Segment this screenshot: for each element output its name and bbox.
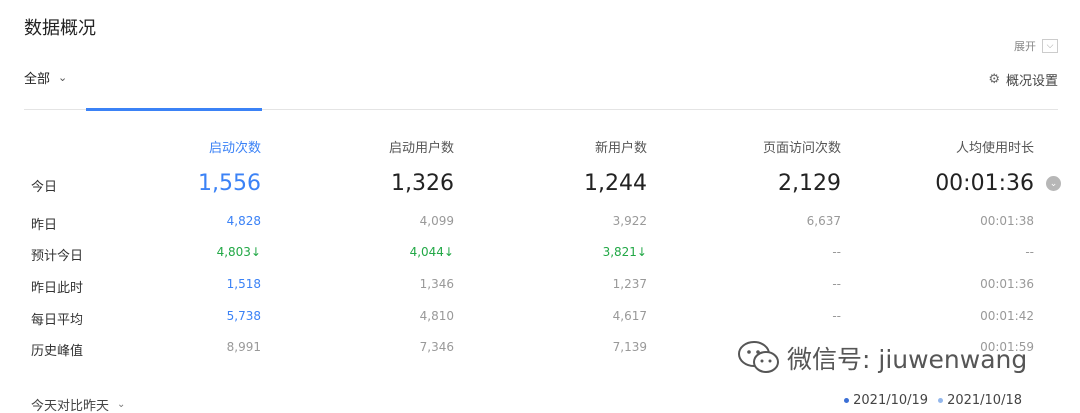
table-cell: 7,139 [612, 340, 647, 354]
table-cell: 8,991 [226, 340, 261, 354]
table-cell: 4,828 [226, 214, 261, 228]
tab-column-header[interactable]: 启动次数 [209, 137, 261, 156]
table-cell: -- [832, 277, 841, 291]
table-cell: 7,346 [419, 340, 454, 354]
watermark: 微信号: jiuwenwang [737, 340, 1027, 376]
legend-dot [938, 398, 944, 403]
wechat-icon [738, 341, 779, 373]
legend-label: 2021/10/18 [947, 393, 1022, 408]
legend-item-yesterday: 2021/10/18 [938, 393, 1022, 408]
legend: 2021/10/19 2021/10/18 [844, 393, 1022, 408]
table-cell: 1,326 [391, 171, 454, 196]
tab-column-header[interactable]: 新用户数 [595, 137, 647, 156]
table-cell: 2,129 [778, 171, 841, 196]
row-label: 每日平均 [31, 313, 84, 328]
table-cell: 3,821↓ [602, 245, 647, 259]
legend-item-today: 2021/10/19 [844, 393, 928, 408]
row-label: 昨日 [31, 218, 58, 233]
table-cell: 1,556 [198, 171, 261, 196]
table-cell: 4,099 [419, 214, 454, 228]
info-icon[interactable]: ⌄ [1046, 176, 1061, 191]
table-cell: 4,617 [612, 309, 647, 323]
table-cell: -- [832, 245, 841, 259]
compare-dropdown[interactable]: 今天对比昨天 ⌄ [31, 395, 125, 413]
row-label: 预计今日 [31, 249, 84, 264]
tab-column-header[interactable]: 页面访问次数 [763, 137, 841, 156]
table-cell: 3,922 [612, 214, 647, 228]
compare-label: 今天对比昨天 [31, 399, 110, 413]
legend-dot [844, 398, 850, 403]
table-cell: 4,810 [419, 309, 454, 323]
table-cell: 5,738 [226, 309, 261, 323]
table-cell: 1,346 [419, 277, 454, 291]
table-cell: 00:01:38 [980, 214, 1034, 228]
table-cell: 1,518 [226, 277, 261, 291]
table-cell: 4,044↓ [409, 245, 454, 259]
row-label: 昨日此时 [31, 281, 84, 296]
chevron-down-icon: ⌄ [117, 399, 126, 410]
row-label: 历史峰值 [31, 344, 84, 359]
table-cell: 6,637 [806, 214, 841, 228]
table-cell: 00:01:36 [980, 277, 1034, 291]
table-cell: 00:01:36 [935, 171, 1034, 196]
table-cell: 1,237 [612, 277, 647, 291]
table-cell: 4,803↓ [216, 245, 261, 259]
tab-column-header[interactable]: 启动用户数 [389, 137, 454, 156]
table-cell: -- [832, 309, 841, 323]
table-cell: -- [1025, 245, 1034, 259]
table-cell: 1,244 [584, 171, 647, 196]
watermark-text: 微信号: jiuwenwang [787, 345, 1028, 374]
legend-label: 2021/10/19 [853, 393, 929, 408]
table-cell: 00:01:42 [980, 309, 1034, 323]
row-label: 今日 [31, 180, 58, 195]
tab-column-header[interactable]: 人均使用时长 [956, 137, 1034, 156]
